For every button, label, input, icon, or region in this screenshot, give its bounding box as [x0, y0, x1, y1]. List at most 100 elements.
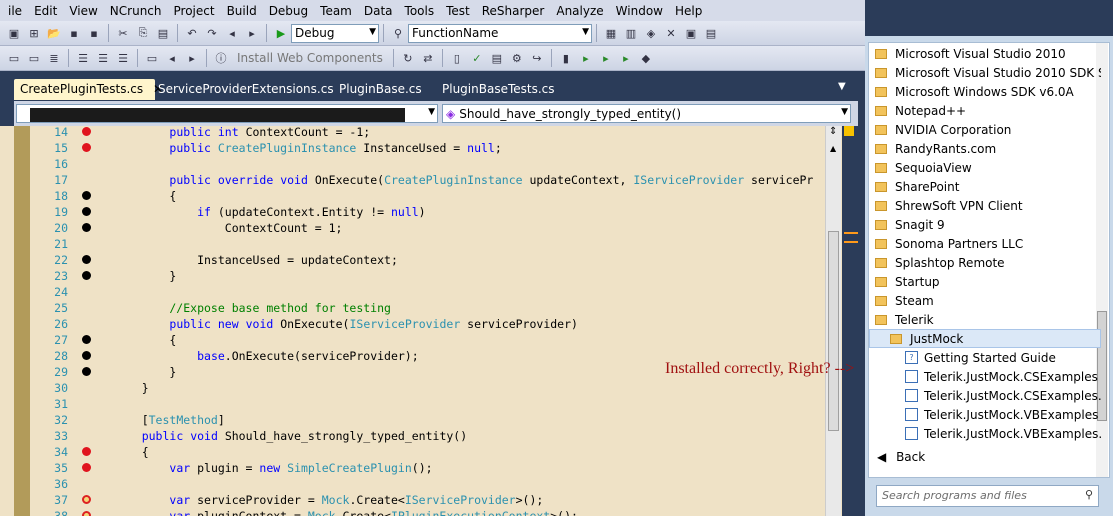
program-folder[interactable]: Steam: [869, 291, 1101, 310]
program-folder[interactable]: SharePoint: [869, 177, 1101, 196]
refresh-icon[interactable]: ↻: [400, 50, 416, 66]
solution-explorer-icon[interactable]: ▦: [603, 25, 619, 41]
indent-icon[interactable]: ☰: [75, 50, 91, 66]
ncrunch-icon[interactable]: ▮: [558, 50, 574, 66]
program-folder[interactable]: Snagit 9: [869, 215, 1101, 234]
task-icon[interactable]: ▤: [489, 50, 505, 66]
program-folder[interactable]: Microsoft Visual Studio 2010: [869, 44, 1101, 63]
program-item[interactable]: ? Getting Started Guide: [869, 348, 1101, 367]
web-platform-icon[interactable]: ⓘ: [213, 50, 229, 66]
menu-item-data[interactable]: Data: [358, 4, 399, 18]
document-icon[interactable]: ▯: [449, 50, 465, 66]
tab-service-provider-extensions[interactable]: ServiceProviderExtensions.cs: [152, 79, 340, 100]
member-dropdown[interactable]: ◈ Should_have_strongly_typed_entity() ▼: [442, 104, 851, 123]
program-folder[interactable]: Telerik: [869, 310, 1101, 329]
breakpoint-icon[interactable]: [82, 271, 91, 280]
object-browser-icon[interactable]: ◈: [643, 25, 659, 41]
uncomment-icon[interactable]: ☰: [115, 50, 131, 66]
menu-item-help[interactable]: Help: [669, 4, 708, 18]
add-item-icon[interactable]: ⊞: [26, 25, 42, 41]
checkmark-icon[interactable]: ✓: [469, 50, 485, 66]
redo-icon[interactable]: ↷: [204, 25, 220, 41]
properties-icon[interactable]: ▥: [623, 25, 639, 41]
menu-item-team[interactable]: Team: [314, 4, 358, 18]
breakpoint-icon[interactable]: [82, 127, 91, 136]
program-folder[interactable]: Sonoma Partners LLC: [869, 234, 1101, 253]
scrollbar-thumb[interactable]: [828, 231, 839, 431]
program-folder[interactable]: SequoiaView: [869, 158, 1101, 177]
program-item[interactable]: Telerik.JustMock.VBExamples.VS: [869, 424, 1101, 443]
breakpoint-icon[interactable]: [82, 223, 91, 232]
menu-item-test[interactable]: Test: [440, 4, 476, 18]
navigate-back-icon[interactable]: ◂: [224, 25, 240, 41]
open-icon[interactable]: 📂: [46, 25, 62, 41]
menu-item-resharper[interactable]: ReSharper: [476, 4, 551, 18]
breakpoint-icon[interactable]: [82, 447, 91, 456]
tab-plugin-base-tests[interactable]: PluginBaseTests.cs: [436, 79, 561, 100]
menu-item-analyze[interactable]: Analyze: [550, 4, 609, 18]
outdent-icon[interactable]: ☰: [95, 50, 111, 66]
paste-icon[interactable]: ▤: [155, 25, 171, 41]
menu-item-edit[interactable]: Edit: [28, 4, 63, 18]
find-combo[interactable]: FunctionName ▼: [408, 23, 592, 43]
save-icon[interactable]: ▪: [66, 25, 82, 41]
menu-item-debug[interactable]: Debug: [263, 4, 314, 18]
run-all-icon[interactable]: ▸: [598, 50, 614, 66]
program-folder-justmock[interactable]: JustMock: [869, 329, 1101, 348]
program-folder[interactable]: NVIDIA Corporation: [869, 120, 1101, 139]
menu-item-ncrunch[interactable]: NCrunch: [104, 4, 168, 18]
breakpoint-icon[interactable]: [82, 143, 91, 152]
program-folder[interactable]: Notepad++: [869, 101, 1101, 120]
cut-icon[interactable]: ✂: [115, 25, 131, 41]
menu-item-project[interactable]: Project: [168, 4, 221, 18]
program-folder[interactable]: RandyRants.com: [869, 139, 1101, 158]
split-icon[interactable]: ⇕: [829, 126, 837, 137]
toolbox-icon[interactable]: ✕: [663, 25, 679, 41]
program-item[interactable]: Telerik.JustMock.VBExamples: [869, 405, 1101, 424]
breakpoint-icon[interactable]: [82, 511, 91, 516]
breakpoint-icon[interactable]: [82, 335, 91, 344]
outline-icon[interactable]: ▭: [26, 50, 42, 66]
back-button[interactable]: ◀ Back: [877, 450, 925, 464]
breakpoint-icon[interactable]: [82, 351, 91, 360]
copy-icon[interactable]: ⎘: [135, 25, 151, 41]
breakpoint-icon[interactable]: [82, 191, 91, 200]
sync-icon[interactable]: ⇄: [420, 50, 436, 66]
breakpoint-icon[interactable]: [82, 463, 91, 472]
start-page-icon[interactable]: ▤: [703, 25, 719, 41]
breakpoint-icon[interactable]: [82, 495, 91, 504]
step-icon[interactable]: ↪: [529, 50, 545, 66]
tab-create-plugin-tests[interactable]: CreatePluginTests.cs ✕: [14, 79, 163, 100]
save-all-icon[interactable]: ▪: [86, 25, 102, 41]
menu-item-build[interactable]: Build: [221, 4, 263, 18]
search-input[interactable]: Search programs and files ⚲: [876, 485, 1099, 507]
tab-overflow-icon[interactable]: ▼: [838, 81, 846, 92]
program-folder[interactable]: Splashtop Remote: [869, 253, 1101, 272]
tab-plugin-base[interactable]: PluginBase.cs: [333, 79, 428, 100]
program-folder[interactable]: ShrewSoft VPN Client: [869, 196, 1101, 215]
next-bookmark-icon[interactable]: ▸: [184, 50, 200, 66]
start-debugging-icon[interactable]: ▶: [273, 25, 289, 41]
bookmark-icon[interactable]: ▭: [144, 50, 160, 66]
run-tests-icon[interactable]: ▸: [578, 50, 594, 66]
editor-vertical-scrollbar[interactable]: ⇕ ▲: [825, 126, 841, 516]
debug-tests-icon[interactable]: ▸: [618, 50, 634, 66]
new-project-icon[interactable]: ▣: [6, 25, 22, 41]
program-item[interactable]: Telerik.JustMock.CSExamples: [869, 367, 1101, 386]
navigate-forward-icon[interactable]: ▸: [244, 25, 260, 41]
menu-item-view[interactable]: View: [63, 4, 103, 18]
list-members-icon[interactable]: ≣: [46, 50, 62, 66]
menu-item-tools[interactable]: Tools: [399, 4, 441, 18]
breakpoint-icon[interactable]: [82, 367, 91, 376]
comment-icon[interactable]: ▭: [6, 50, 22, 66]
find-icon[interactable]: ⚲: [390, 25, 406, 41]
undo-icon[interactable]: ↶: [184, 25, 200, 41]
breakpoint-icon[interactable]: [82, 255, 91, 264]
menu-item-ile[interactable]: ile: [2, 4, 28, 18]
extension-manager-icon[interactable]: ▣: [683, 25, 699, 41]
prev-bookmark-icon[interactable]: ◂: [164, 50, 180, 66]
cover-tests-icon[interactable]: ◆: [638, 50, 654, 66]
program-folder[interactable]: Microsoft Visual Studio 2010 SDK SP1: [869, 63, 1101, 82]
breakpoint-icon[interactable]: [82, 207, 91, 216]
attach-icon[interactable]: ⚙: [509, 50, 525, 66]
